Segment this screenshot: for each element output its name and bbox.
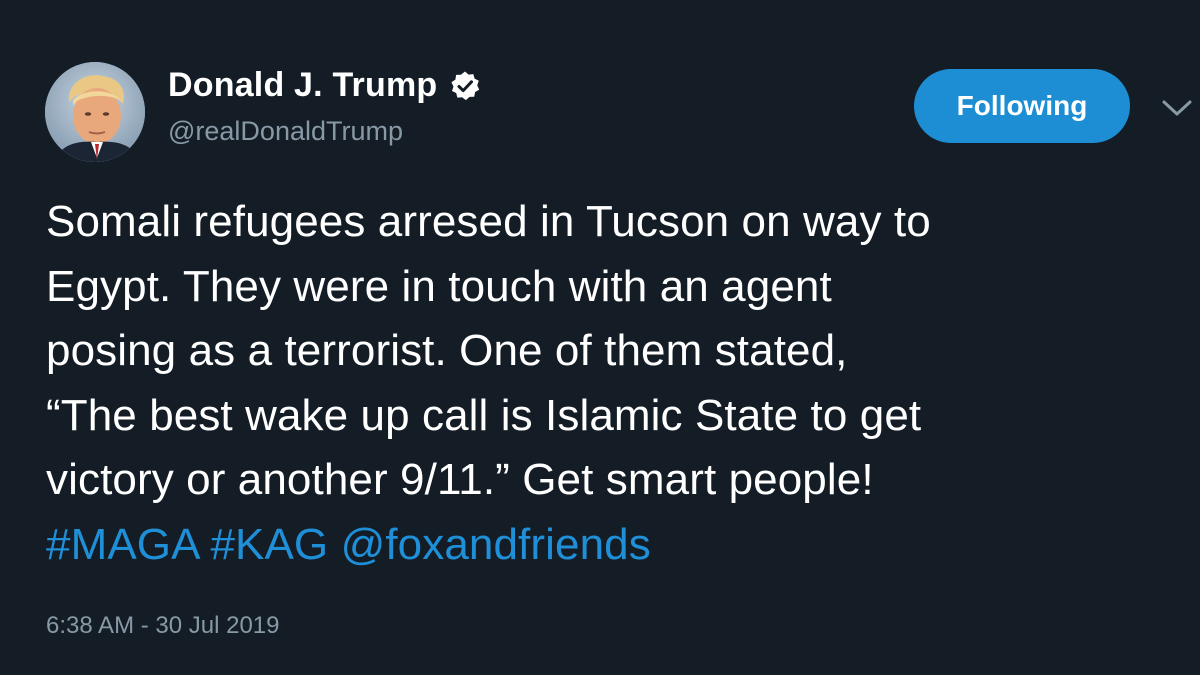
chevron-down-icon[interactable] bbox=[1160, 96, 1194, 120]
user-name-row: Donald J. Trump bbox=[168, 66, 481, 105]
tweet-line: Egypt. They were in touch with an agent bbox=[46, 261, 832, 311]
avatar-image bbox=[45, 62, 145, 162]
hashtag-kag[interactable]: #KAG bbox=[210, 520, 328, 569]
tweet-line: victory or another 9/11.” Get smart peop… bbox=[46, 455, 874, 504]
tweet-timestamp[interactable]: 6:38 AM - 30 Jul 2019 bbox=[46, 612, 279, 640]
following-button[interactable]: Following bbox=[914, 69, 1130, 143]
mention-foxandfriends[interactable]: @foxandfriends bbox=[341, 520, 651, 569]
tweet-text: Somali refugees arresed in Tucson on way… bbox=[46, 190, 1196, 577]
tweet-card: Donald J. Trump @realDonaldTrump Followi… bbox=[0, 0, 1200, 675]
display-name[interactable]: Donald J. Trump bbox=[168, 66, 437, 105]
tweet-line: Somali refugees arresed in Tucson on way… bbox=[46, 197, 931, 246]
tweet-line: posing as a terrorist. One of them state… bbox=[46, 326, 848, 375]
user-handle[interactable]: @realDonaldTrump bbox=[168, 116, 403, 147]
tweet-line: “The best wake up call is Islamic State … bbox=[46, 390, 922, 440]
hashtag-maga[interactable]: #MAGA bbox=[46, 520, 198, 569]
avatar[interactable] bbox=[45, 62, 145, 162]
verified-badge-icon bbox=[449, 70, 481, 102]
tweet-entities: #MAGA #KAG @foxandfriends bbox=[46, 513, 1196, 578]
